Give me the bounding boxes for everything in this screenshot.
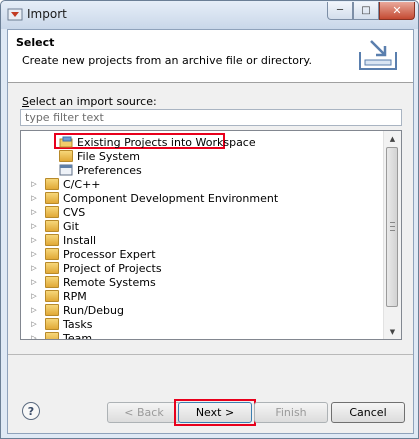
- scroll-down-arrow-icon[interactable]: ▼: [384, 324, 401, 339]
- finish-button[interactable]: Finish: [254, 402, 328, 423]
- tree-item-remote-systems[interactable]: ▷ Remote Systems: [29, 275, 155, 289]
- folder-icon: [45, 276, 59, 288]
- expand-arrow-icon[interactable]: ▷: [29, 194, 39, 202]
- vertical-scrollbar[interactable]: ▲ ▼: [383, 131, 401, 339]
- expand-arrow-icon[interactable]: ▷: [29, 208, 39, 216]
- import-source-tree[interactable]: Existing Projects into Workspace File Sy…: [20, 130, 402, 340]
- projects-icon: [59, 136, 73, 148]
- tree-item-existing-projects[interactable]: Existing Projects into Workspace: [59, 135, 256, 149]
- tree-item-team[interactable]: ▷ Team: [29, 331, 92, 339]
- expand-arrow-icon[interactable]: ▷: [29, 180, 39, 188]
- folder-icon: [45, 234, 59, 246]
- import-wizard-icon: [359, 40, 397, 70]
- wizard-banner: Select Create new projects from an archi…: [8, 30, 413, 83]
- expand-arrow-icon[interactable]: ▷: [29, 320, 39, 328]
- tree-item-cde[interactable]: ▷ Component Development Environment: [29, 191, 278, 205]
- title-bar[interactable]: Import ─ □ ✕: [1, 1, 418, 29]
- folder-icon: [45, 248, 59, 260]
- tree-item-cpp[interactable]: ▷ C/C++: [29, 177, 100, 191]
- filter-input[interactable]: [20, 109, 402, 126]
- folder-icon: [45, 178, 59, 190]
- tree-item-cvs[interactable]: ▷ CVS: [29, 205, 85, 219]
- grip-icon: [390, 222, 395, 231]
- tree-item-git[interactable]: ▷ Git: [29, 219, 79, 233]
- expand-arrow-icon[interactable]: ▷: [29, 250, 39, 258]
- tree-item-run-debug[interactable]: ▷ Run/Debug: [29, 303, 124, 317]
- tree-item-install[interactable]: ▷ Install: [29, 233, 96, 247]
- tree-item-processor-expert[interactable]: ▷ Processor Expert: [29, 247, 155, 261]
- import-source-label: Select an import source:: [22, 95, 157, 108]
- expand-arrow-icon[interactable]: ▷: [29, 264, 39, 272]
- folder-icon: [45, 304, 59, 316]
- tree-item-rpm[interactable]: ▷ RPM: [29, 289, 86, 303]
- tree-item-preferences[interactable]: Preferences: [59, 163, 142, 177]
- folder-icon: [45, 332, 59, 339]
- page-description: Create new projects from an archive file…: [22, 54, 312, 67]
- tree-item-file-system[interactable]: File System: [59, 149, 140, 163]
- preferences-icon: [59, 164, 73, 176]
- scrollbar-thumb[interactable]: [386, 147, 398, 307]
- expand-arrow-icon[interactable]: ▷: [29, 292, 39, 300]
- expand-arrow-icon[interactable]: ▷: [29, 334, 39, 339]
- close-button[interactable]: ✕: [379, 2, 415, 20]
- tree-item-tasks[interactable]: ▷ Tasks: [29, 317, 92, 331]
- cancel-button[interactable]: Cancel: [331, 402, 405, 423]
- minimize-button[interactable]: ─: [327, 2, 353, 20]
- folder-icon: [45, 290, 59, 302]
- help-button[interactable]: ?: [22, 402, 40, 420]
- footer-divider: [8, 354, 413, 355]
- folder-icon: [45, 192, 59, 204]
- import-window-icon: [7, 8, 23, 21]
- expand-arrow-icon[interactable]: ▷: [29, 278, 39, 286]
- folder-icon: [45, 206, 59, 218]
- scroll-up-arrow-icon[interactable]: ▲: [384, 131, 401, 146]
- tree-item-project-of-projects[interactable]: ▷ Project of Projects: [29, 261, 161, 275]
- back-button[interactable]: < Back: [107, 402, 181, 423]
- expand-arrow-icon[interactable]: ▷: [29, 236, 39, 244]
- dialog-body: Select Create new projects from an archi…: [7, 29, 414, 434]
- folder-icon: [45, 262, 59, 274]
- annotation-highlight: [174, 399, 256, 426]
- expand-arrow-icon[interactable]: ▷: [29, 306, 39, 314]
- maximize-button[interactable]: □: [353, 2, 379, 20]
- window-title: Import: [27, 7, 67, 21]
- folder-icon: [45, 318, 59, 330]
- import-dialog: Import ─ □ ✕ Select Create new projects …: [0, 0, 419, 439]
- page-title: Select: [16, 36, 55, 49]
- folder-icon: [59, 150, 73, 162]
- expand-arrow-icon[interactable]: ▷: [29, 222, 39, 230]
- folder-icon: [45, 220, 59, 232]
